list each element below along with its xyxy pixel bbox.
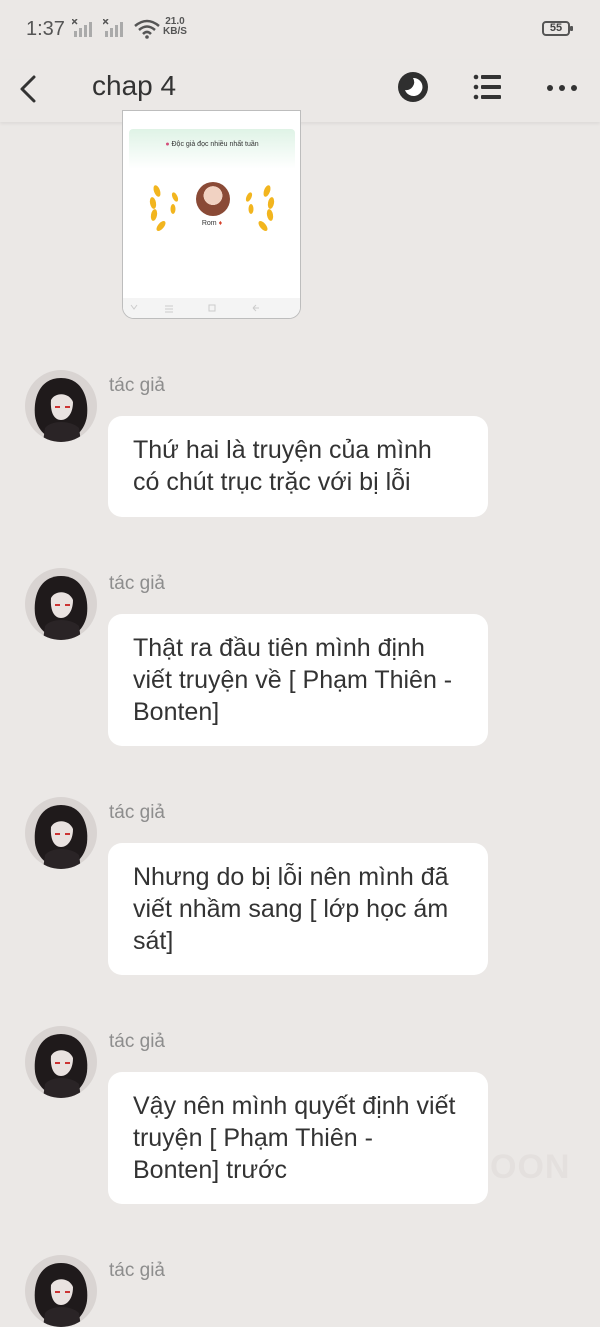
message-bubble: Thứ hai là truyện của mình có chút trục … bbox=[108, 416, 488, 517]
message-bubble: Thật ra đầu tiên mình định viết truyện v… bbox=[108, 614, 488, 746]
author-name: tác giả bbox=[109, 1031, 165, 1052]
embedded-screenshot[interactable]: ● Độc giả đọc nhiều nhất tuần Rom ♦ bbox=[122, 110, 301, 319]
author-avatar[interactable] bbox=[25, 797, 97, 869]
night-mode-icon[interactable] bbox=[393, 66, 433, 106]
battery-indicator: 55 bbox=[542, 21, 573, 36]
reader-icon: ● bbox=[165, 141, 170, 148]
reader-name: Rom ♦ bbox=[201, 220, 223, 227]
signal-icon-2 bbox=[103, 19, 123, 37]
signal-icon bbox=[72, 19, 92, 37]
author-name: tác giả bbox=[109, 375, 165, 396]
status-bar: 1:37 21.0 KB/S 55 bbox=[0, 0, 600, 60]
author-name: tác giả bbox=[109, 573, 165, 594]
author-name: tác giả bbox=[109, 1260, 165, 1281]
maple-leaf-icon: ♦ bbox=[218, 220, 223, 227]
weekly-reader-heading: ● Độc giả đọc nhiều nhất tuần bbox=[165, 141, 259, 148]
author-avatar[interactable] bbox=[25, 568, 97, 640]
author-avatar[interactable] bbox=[25, 370, 97, 442]
network-speed-unit: KB/S bbox=[163, 26, 187, 37]
author-avatar[interactable] bbox=[25, 1255, 97, 1327]
watermark: OON bbox=[490, 1148, 571, 1186]
wifi-icon bbox=[134, 19, 160, 39]
more-icon[interactable] bbox=[542, 66, 582, 106]
author-avatar[interactable] bbox=[25, 1026, 97, 1098]
back-arrow-icon[interactable] bbox=[14, 68, 44, 108]
message-bubble: Nhưng do bị lỗi nên mình đã viết nhầm sa… bbox=[108, 843, 488, 975]
page-title: chap 4 bbox=[92, 70, 177, 101]
weekly-reader-card: ● Độc giả đọc nhiều nhất tuần Rom ♦ bbox=[129, 129, 295, 297]
reader-avatar bbox=[196, 182, 230, 216]
nav-buttons-icon bbox=[130, 304, 259, 313]
phone-nav-bar bbox=[123, 298, 300, 318]
list-icon[interactable] bbox=[467, 66, 507, 106]
author-name: tác giả bbox=[109, 802, 165, 823]
network-speed: 21.0 KB/S bbox=[163, 17, 187, 37]
status-time: 1:37 bbox=[26, 18, 65, 40]
message-bubble: Vậy nên mình quyết định viết truyện [ Ph… bbox=[108, 1072, 488, 1204]
